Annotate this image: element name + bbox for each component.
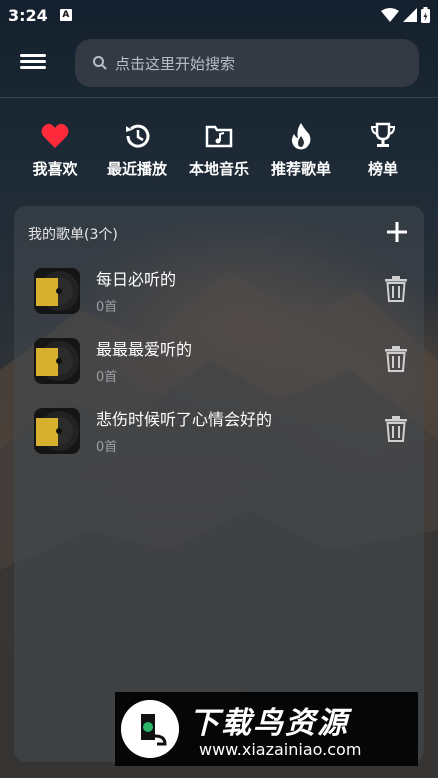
playlists-header: 我的歌单(3个) xyxy=(28,227,118,243)
nav-favorites[interactable]: 我喜欢 xyxy=(14,122,96,186)
top-bar: 点击这里开始搜索 xyxy=(0,37,438,89)
playlist-count: 0首 xyxy=(96,440,118,455)
flame-icon xyxy=(287,122,315,150)
trash-icon[interactable] xyxy=(384,416,408,442)
wifi-icon xyxy=(381,8,399,22)
playlist-title: 最最最爱听的 xyxy=(96,340,193,359)
notification-icon: A xyxy=(59,9,72,21)
nav-charts[interactable]: 榜单 xyxy=(342,122,424,186)
music-folder-icon xyxy=(205,122,233,150)
nav-label: 我喜欢 xyxy=(32,160,78,178)
playlist-count: 0首 xyxy=(96,370,118,385)
status-time: 3:24 xyxy=(8,5,48,25)
nav-local-music[interactable]: 本地音乐 xyxy=(178,122,260,186)
heart-icon xyxy=(41,122,69,150)
search-placeholder: 点击这里开始搜索 xyxy=(115,54,236,73)
trophy-icon xyxy=(369,122,397,150)
record-icon xyxy=(34,268,80,314)
nav-label: 本地音乐 xyxy=(188,160,249,178)
playlist-title: 悲伤时候听了心情会好的 xyxy=(96,410,273,429)
nav-label: 最近播放 xyxy=(106,160,167,178)
watermark-title: 下载鸟资源 xyxy=(189,706,349,741)
watermark-banner: 下载鸟资源 www.xiazainiao.com xyxy=(115,692,418,766)
search-bar[interactable]: 点击这里开始搜索 xyxy=(75,39,419,87)
nav-recent[interactable]: 最近播放 xyxy=(96,122,178,186)
quick-nav: 我喜欢 最近播放 本地音乐 推荐歌单 榜单 xyxy=(14,122,424,186)
menu-button[interactable] xyxy=(20,51,46,73)
header-divider xyxy=(0,97,438,98)
add-playlist-icon[interactable] xyxy=(386,221,408,243)
playlist-item[interactable]: 最最最爱听的 0首 xyxy=(14,334,424,394)
battery-icon xyxy=(421,7,430,23)
nav-label: 推荐歌单 xyxy=(270,160,331,178)
record-icon xyxy=(34,408,80,454)
nav-label: 榜单 xyxy=(367,160,398,178)
site-logo-icon xyxy=(121,700,179,758)
my-playlists-card: 我的歌单(3个) 每日必听的 0首 最最最爱听的 0首 悲伤时候听了心情会好的 … xyxy=(14,206,424,762)
history-icon xyxy=(123,122,151,150)
record-icon xyxy=(34,338,80,384)
playlist-item[interactable]: 悲伤时候听了心情会好的 0首 xyxy=(14,404,424,464)
playlist-count: 0首 xyxy=(96,300,118,315)
status-bar: 3:24 A xyxy=(0,0,438,30)
watermark-url: www.xiazainiao.com xyxy=(199,740,362,759)
signal-icon xyxy=(403,8,417,22)
playlist-title: 每日必听的 xyxy=(96,270,177,289)
trash-icon[interactable] xyxy=(384,346,408,372)
nav-recommended[interactable]: 推荐歌单 xyxy=(260,122,342,186)
search-icon xyxy=(93,56,107,70)
trash-icon[interactable] xyxy=(384,276,408,302)
playlist-item[interactable]: 每日必听的 0首 xyxy=(14,264,424,324)
